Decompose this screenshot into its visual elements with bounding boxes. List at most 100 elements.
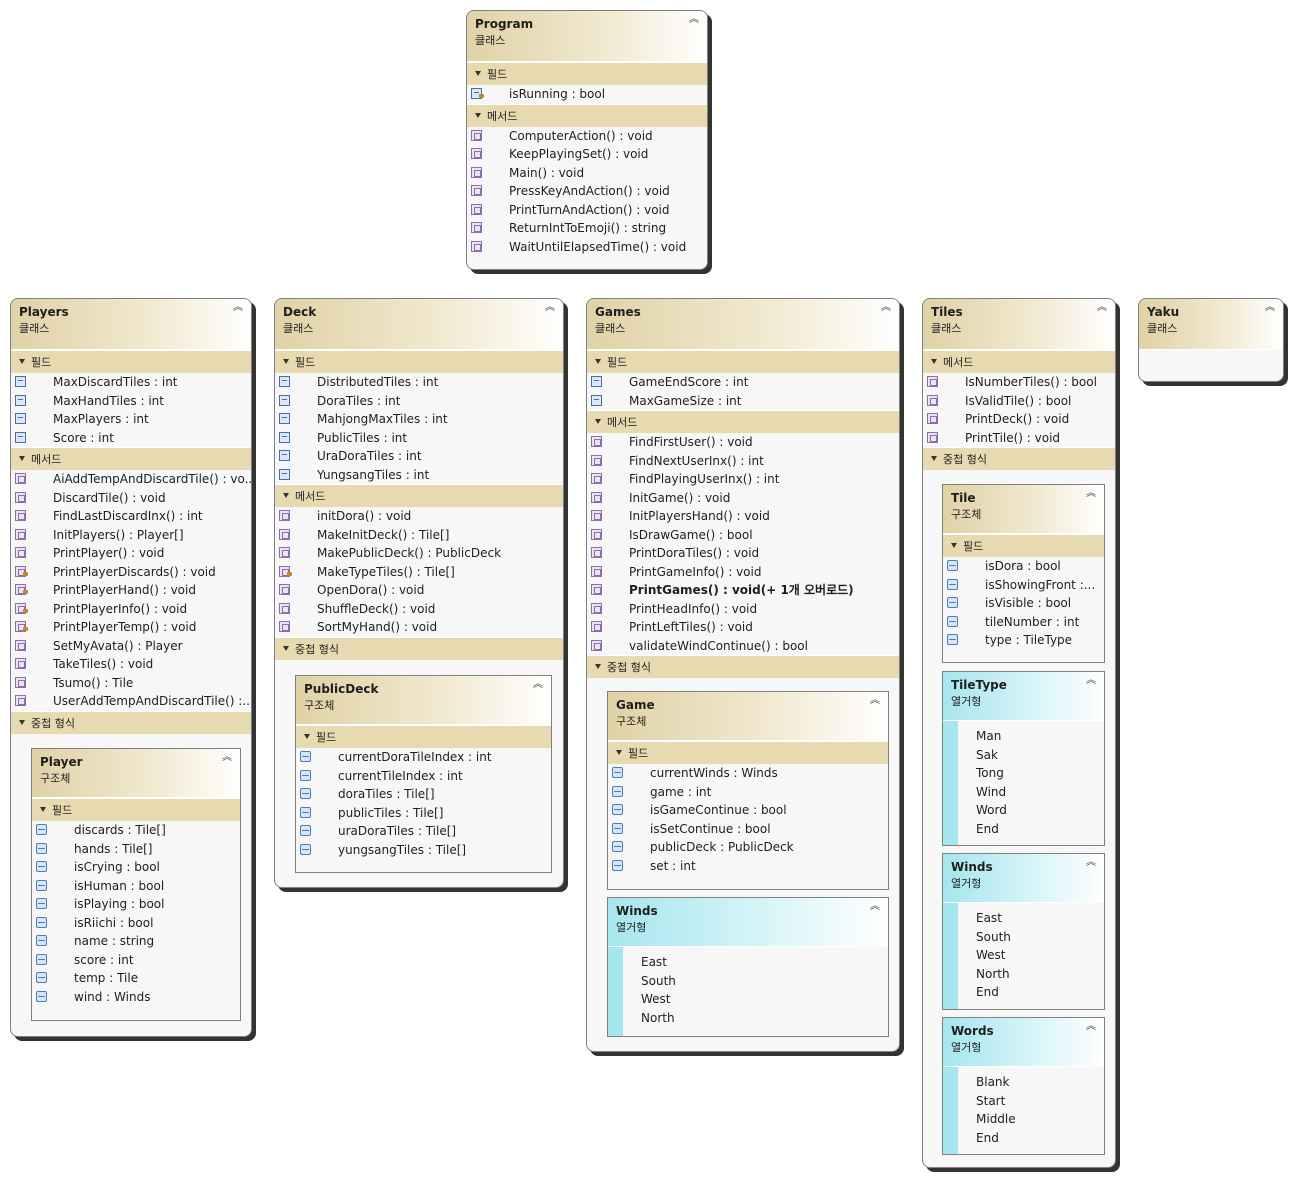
field-row[interactable]: type : TileType [943, 631, 1104, 650]
class-tiles[interactable]: Tiles 클래스 ︽ 메서드 IsNumberTiles() : bool Is… [922, 298, 1116, 1168]
field-row[interactable]: currentDoraTileIndex : int [296, 748, 551, 767]
class-players[interactable]: Players 클래스 ︽ 필드 MaxDiscardTiles : int Ma… [10, 298, 252, 1037]
method-row[interactable]: InitPlayers() : Player[] [11, 526, 251, 545]
enum-words[interactable]: Words 열거형 ︽ Blank Start Middle End [942, 1017, 1105, 1155]
method-row[interactable]: SetMyAvata() : Player [11, 637, 251, 656]
field-row[interactable]: publicTiles : Tile[] [296, 804, 551, 823]
chevron-up-icon[interactable]: ︽ [222, 753, 232, 763]
section-nested[interactable]: 중첩 형식 [11, 710, 251, 734]
method-row[interactable]: WaitUntilElapsedTime() : void [467, 238, 707, 257]
field-row[interactable]: MaxPlayers : int [11, 410, 251, 429]
struct-tile[interactable]: Tile 구조체 ︽ 필드 isDora : bool isShowingFron… [942, 484, 1105, 663]
method-row[interactable]: TakeTiles() : void [11, 655, 251, 674]
enum-value[interactable]: East [623, 953, 888, 972]
section-fields[interactable]: 필드 [467, 62, 707, 85]
chevron-up-icon[interactable]: ︽ [870, 696, 880, 706]
field-row[interactable]: isDora : bool [943, 557, 1104, 576]
field-row[interactable]: currentTileIndex : int [296, 767, 551, 786]
enum-value[interactable]: Middle [958, 1110, 1104, 1129]
section-fields[interactable]: 필드 [11, 350, 251, 373]
field-row[interactable]: MaxGameSize : int [587, 392, 899, 411]
struct-player[interactable]: Player 구조체 ︽ 필드 discards : Tile[] hands :… [31, 748, 241, 1021]
chevron-up-icon[interactable]: ︽ [1086, 858, 1096, 868]
class-yaku[interactable]: Yaku 클래스 ︽ [1138, 298, 1284, 382]
chevron-up-icon[interactable]: ︽ [881, 303, 891, 313]
field-row[interactable]: name : string [32, 932, 240, 951]
enum-value[interactable]: South [623, 972, 888, 991]
method-row[interactable]: FindNextUserInx() : int [587, 452, 899, 471]
field-row[interactable]: isGameContinue : bool [608, 801, 888, 820]
enum-value[interactable]: Tong [958, 764, 1104, 783]
field-row[interactable]: isHuman : bool [32, 877, 240, 896]
method-row[interactable]: initDora() : void [275, 507, 563, 526]
field-row[interactable]: game : int [608, 783, 888, 802]
method-row[interactable]: FindFirstUser() : void [587, 433, 899, 452]
section-fields[interactable]: 필드 [587, 350, 899, 373]
method-row[interactable]: Main() : void [467, 164, 707, 183]
field-row[interactable]: hands : Tile[] [32, 840, 240, 859]
section-nested[interactable]: 중첩 형식 [587, 655, 899, 678]
method-row[interactable]: ComputerAction() : void [467, 127, 707, 146]
chevron-up-icon[interactable]: ︽ [1097, 303, 1107, 313]
enum-value[interactable]: South [958, 928, 1104, 947]
field-row[interactable]: isSetContinue : bool [608, 820, 888, 839]
section-methods[interactable]: 메서드 [587, 410, 899, 433]
chevron-up-icon[interactable]: ︽ [1086, 676, 1096, 686]
section-fields[interactable]: 필드 [32, 798, 240, 821]
section-fields[interactable]: 필드 [608, 741, 888, 764]
method-row[interactable]: KeepPlayingSet() : void [467, 145, 707, 164]
enum-value[interactable]: End [958, 1129, 1104, 1148]
method-row[interactable]: MakePublicDeck() : PublicDeck [275, 544, 563, 563]
method-row[interactable]: PrintPlayerInfo() : void [11, 600, 251, 619]
enum-value[interactable]: Man [958, 727, 1104, 746]
section-fields[interactable]: 필드 [943, 534, 1104, 557]
method-row[interactable]: InitPlayersHand() : void [587, 507, 899, 526]
struct-game[interactable]: Game 구조체 ︽ 필드 currentWinds : Winds game :… [607, 691, 889, 890]
enum-value[interactable]: End [958, 983, 1104, 1002]
method-row[interactable]: FindLastDiscardInx() : int [11, 507, 251, 526]
section-methods[interactable]: 메서드 [275, 484, 563, 507]
field-row[interactable]: isRiichi : bool [32, 914, 240, 933]
method-row[interactable]: InitGame() : void [587, 489, 899, 508]
chevron-up-icon[interactable]: ︽ [870, 902, 880, 912]
method-row[interactable]: PrintPlayerTemp() : void [11, 618, 251, 637]
field-row[interactable]: Score : int [11, 429, 251, 448]
enum-value[interactable]: Wind [958, 783, 1104, 802]
method-row[interactable]: PrintPlayerHand() : void [11, 581, 251, 600]
field-row[interactable]: isCrying : bool [32, 858, 240, 877]
section-methods[interactable]: 메서드 [923, 350, 1115, 373]
field-row[interactable]: UraDoraTiles : int [275, 447, 563, 466]
method-row[interactable]: validateWindContinue() : bool [587, 637, 899, 656]
field-row[interactable]: GameEndScore : int [587, 373, 899, 392]
field-row[interactable]: currentWinds : Winds [608, 764, 888, 783]
enum-value[interactable]: North [623, 1009, 888, 1028]
method-row[interactable]: SortMyHand() : void [275, 618, 563, 637]
field-row[interactable]: isShowingFront :... [943, 576, 1104, 595]
method-row[interactable]: AiAddTempAndDiscardTile() : vo... [11, 470, 251, 489]
field-row[interactable]: isRunning : bool [467, 85, 707, 104]
method-row[interactable]: PrintTile() : void [923, 429, 1115, 448]
field-row[interactable]: YungsangTiles : int [275, 466, 563, 485]
field-row[interactable]: wind : Winds [32, 988, 240, 1007]
chevron-up-icon[interactable]: ︽ [233, 303, 243, 313]
section-nested[interactable]: 중첩 형식 [923, 447, 1115, 470]
section-methods[interactable]: 메서드 [467, 103, 707, 127]
method-row[interactable]: IsNumberTiles() : bool [923, 373, 1115, 392]
field-row[interactable]: set : int [608, 857, 888, 876]
enum-value[interactable]: End [958, 820, 1104, 839]
method-row[interactable]: MakeTypeTiles() : Tile[] [275, 563, 563, 582]
section-fields[interactable]: 필드 [275, 350, 563, 373]
method-row[interactable]: PrintGames() : void(+ 1개 오버로드) [587, 581, 899, 600]
enum-winds[interactable]: Winds 열거형 ︽ East South West North End [942, 853, 1105, 1010]
method-row[interactable]: PrintDoraTiles() : void [587, 544, 899, 563]
enum-tiletype[interactable]: TileType 열거형 ︽ Man Sak Tong Wind Word End [942, 671, 1105, 846]
chevron-up-icon[interactable]: ︽ [545, 303, 555, 313]
method-row[interactable]: PrintTurnAndAction() : void [467, 201, 707, 220]
class-games[interactable]: Games 클래스 ︽ 필드 GameEndScore : int MaxGame… [586, 298, 900, 1052]
method-row[interactable]: IsDrawGame() : bool [587, 526, 899, 545]
enum-value[interactable]: West [958, 946, 1104, 965]
method-row[interactable]: IsValidTile() : bool [923, 392, 1115, 411]
method-row[interactable]: PrintGameInfo() : void [587, 563, 899, 582]
method-row[interactable]: FindPlayingUserInx() : int [587, 470, 899, 489]
field-row[interactable]: MaxHandTiles : int [11, 392, 251, 411]
